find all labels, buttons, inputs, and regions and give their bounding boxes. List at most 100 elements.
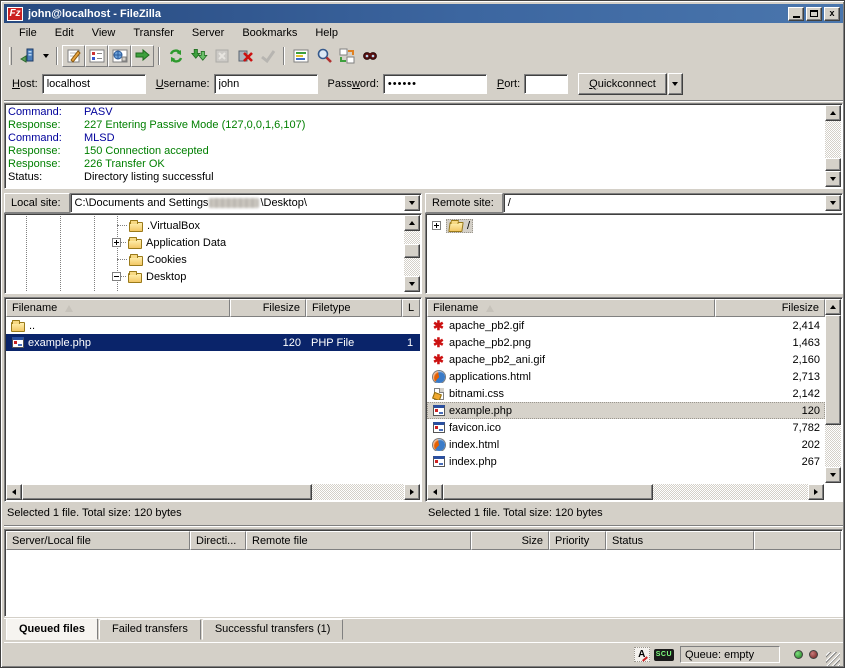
column-header-filesize[interactable]: Filesize xyxy=(230,299,306,317)
log-label: Response: xyxy=(8,158,84,171)
file-row[interactable]: favicon.ico 7,782 xyxy=(427,419,825,436)
local-site-combobox[interactable]: C:\Documents and Settings\Desktop\ xyxy=(70,193,422,213)
local-list-hscrollbar[interactable] xyxy=(6,484,420,500)
username-label: Username: xyxy=(156,78,210,90)
quickconnect-button[interactable]: Quickconnect xyxy=(578,73,667,95)
username-input[interactable] xyxy=(214,74,318,94)
scroll-right-button[interactable] xyxy=(808,484,824,500)
file-row[interactable]: ✱apache_pb2_ani.gif 2,160 xyxy=(427,351,825,368)
password-input[interactable] xyxy=(383,74,487,94)
toggle-local-tree-button[interactable] xyxy=(85,45,108,67)
titlebar[interactable]: Fz john@localhost - FileZilla x xyxy=(4,4,843,23)
local-site-dropdown[interactable] xyxy=(404,195,420,211)
remote-list-hscrollbar[interactable] xyxy=(427,484,824,500)
scroll-down-button[interactable] xyxy=(825,171,841,187)
tree-item-application-data[interactable]: Application Data xyxy=(112,234,228,251)
column-header-size[interactable]: Size xyxy=(471,531,549,550)
column-header-modified[interactable]: L xyxy=(402,299,420,317)
expand-icon[interactable] xyxy=(112,238,121,247)
tree-item-cookies[interactable]: Cookies xyxy=(117,251,189,268)
tab-failed-transfers[interactable]: Failed transfers xyxy=(99,619,201,640)
resize-grip[interactable] xyxy=(826,652,840,666)
host-input[interactable] xyxy=(42,74,146,94)
column-header-server-local-file[interactable]: Server/Local file xyxy=(6,531,190,550)
synchronized-browsing-button[interactable] xyxy=(335,45,358,67)
toggle-message-log-button[interactable] xyxy=(62,45,85,67)
recv-indicator-led xyxy=(794,650,803,659)
log-scrollbar[interactable] xyxy=(825,105,841,187)
disconnect-icon xyxy=(236,47,254,65)
menu-view[interactable]: View xyxy=(83,24,125,42)
file-row[interactable]: bitnami.css 2,142 xyxy=(427,385,825,402)
menu-transfer[interactable]: Transfer xyxy=(124,24,183,42)
toggle-transfer-queue-button[interactable] xyxy=(131,45,154,67)
local-directory-tree[interactable]: .VirtualBox Application Data Cookies Des… xyxy=(4,213,422,294)
column-header-filename[interactable]: Filename xyxy=(427,299,715,317)
process-queue-button[interactable] xyxy=(187,45,210,67)
column-header-status[interactable]: Status xyxy=(606,531,754,550)
menu-file[interactable]: File xyxy=(10,24,46,42)
remote-site-dropdown[interactable] xyxy=(825,195,841,211)
menu-edit[interactable]: Edit xyxy=(46,24,83,42)
file-row[interactable]: index.html 202 xyxy=(427,436,825,453)
local-tree-scrollbar[interactable] xyxy=(404,215,420,292)
tree-item-virtualbox[interactable]: .VirtualBox xyxy=(117,217,202,234)
menu-bookmarks[interactable]: Bookmarks xyxy=(233,24,306,42)
menu-help[interactable]: Help xyxy=(306,24,347,42)
scroll-down-button[interactable] xyxy=(404,276,420,292)
filter-button[interactable] xyxy=(289,45,312,67)
menu-server[interactable]: Server xyxy=(183,24,233,42)
file-row-example-php[interactable]: example.php 120 PHP File 1 xyxy=(6,334,420,351)
close-button[interactable]: x xyxy=(824,7,840,21)
maximize-button[interactable] xyxy=(806,7,822,21)
toolbar-grip[interactable] xyxy=(9,47,12,65)
transfer-type-icon[interactable]: A xyxy=(634,647,650,662)
directory-comparison-icon xyxy=(315,47,333,65)
scroll-up-button[interactable] xyxy=(825,105,841,121)
column-header-filetype[interactable]: Filetype xyxy=(306,299,402,317)
expand-icon[interactable] xyxy=(432,221,441,230)
scroll-right-button[interactable] xyxy=(404,484,420,500)
disconnect-button[interactable] xyxy=(233,45,256,67)
find-files-button[interactable] xyxy=(358,45,381,67)
directory-comparison-button[interactable] xyxy=(312,45,335,67)
column-header-filename[interactable]: Filename xyxy=(6,299,230,317)
file-row[interactable]: applications.html 2,713 xyxy=(427,368,825,385)
collapse-icon[interactable] xyxy=(112,272,121,281)
statusbar: A SCU Queue: empty xyxy=(4,642,843,666)
transfer-queue[interactable]: Server/Local file Directi... Remote file… xyxy=(4,529,843,617)
remote-directory-tree[interactable]: / xyxy=(425,213,843,294)
scroll-up-button[interactable] xyxy=(825,299,841,315)
scroll-left-button[interactable] xyxy=(427,484,443,500)
remote-selection-status: Selected 1 file. Total size: 120 bytes xyxy=(425,504,843,522)
toggle-remote-tree-button[interactable] xyxy=(108,45,131,67)
tab-successful-transfers[interactable]: Successful transfers (1) xyxy=(202,619,344,640)
minimize-button[interactable] xyxy=(788,7,804,21)
column-header-filesize[interactable]: Filesize xyxy=(715,299,825,317)
file-row[interactable]: ✱apache_pb2.png 1,463 xyxy=(427,334,825,351)
tree-item-root[interactable]: / xyxy=(432,217,473,234)
local-file-list[interactable]: Filename Filesize Filetype L .. example.… xyxy=(4,297,422,502)
scroll-left-button[interactable] xyxy=(6,484,22,500)
remote-file-list[interactable]: Filename Filesize ✱apache_pb2.gif 2,414 … xyxy=(425,297,843,502)
scroll-down-button[interactable] xyxy=(825,467,841,483)
remote-list-vscrollbar[interactable] xyxy=(825,299,841,483)
file-row[interactable]: ✱apache_pb2.gif 2,414 xyxy=(427,317,825,334)
column-header-direction[interactable]: Directi... xyxy=(190,531,246,550)
tab-queued-files[interactable]: Queued files xyxy=(6,618,98,640)
scroll-up-button[interactable] xyxy=(404,215,420,231)
port-input[interactable] xyxy=(524,74,568,94)
speedlimit-icon[interactable]: SCU xyxy=(654,649,674,661)
file-row-example-php[interactable]: example.php 120 xyxy=(427,402,825,419)
column-header-remote-file[interactable]: Remote file xyxy=(246,531,471,550)
file-row-parent[interactable]: .. xyxy=(6,317,420,334)
message-log[interactable]: Command:PASV Response:227 Entering Passi… xyxy=(4,103,843,189)
remote-site-combobox[interactable]: / xyxy=(503,193,843,213)
site-manager-dropdown[interactable] xyxy=(39,45,52,67)
refresh-button[interactable] xyxy=(164,45,187,67)
site-manager-button[interactable] xyxy=(16,45,39,67)
file-row[interactable]: index.php 267 xyxy=(427,453,825,470)
column-header-priority[interactable]: Priority xyxy=(549,531,606,550)
quickconnect-dropdown[interactable] xyxy=(668,73,683,95)
tree-item-desktop[interactable]: Desktop xyxy=(112,268,188,285)
